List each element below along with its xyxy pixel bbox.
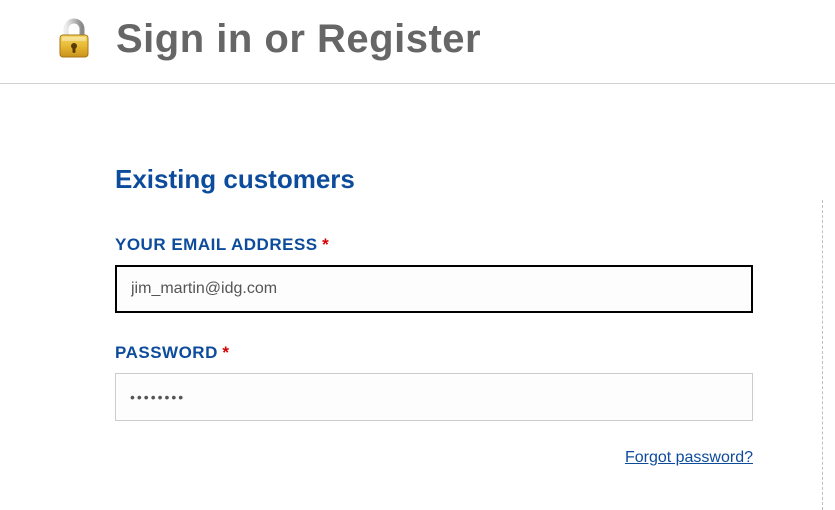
page-header: Sign in or Register — [0, 0, 835, 84]
email-group: YOUR EMAIL ADDRESS * — [115, 235, 835, 313]
forgot-password-link[interactable]: Forgot password? — [625, 449, 753, 466]
lock-icon — [50, 15, 98, 63]
signin-section: Existing customers YOUR EMAIL ADDRESS * … — [0, 84, 835, 467]
vertical-divider — [822, 200, 823, 510]
email-required: * — [322, 235, 329, 255]
password-required: * — [222, 343, 229, 363]
password-field[interactable] — [115, 373, 753, 421]
email-label: YOUR EMAIL ADDRESS — [115, 235, 318, 255]
password-label: PASSWORD — [115, 343, 218, 363]
password-group: PASSWORD * Forgot password? — [115, 343, 835, 467]
section-title: Existing customers — [115, 164, 835, 195]
email-field[interactable] — [115, 265, 753, 313]
page-title: Sign in or Register — [116, 17, 481, 62]
